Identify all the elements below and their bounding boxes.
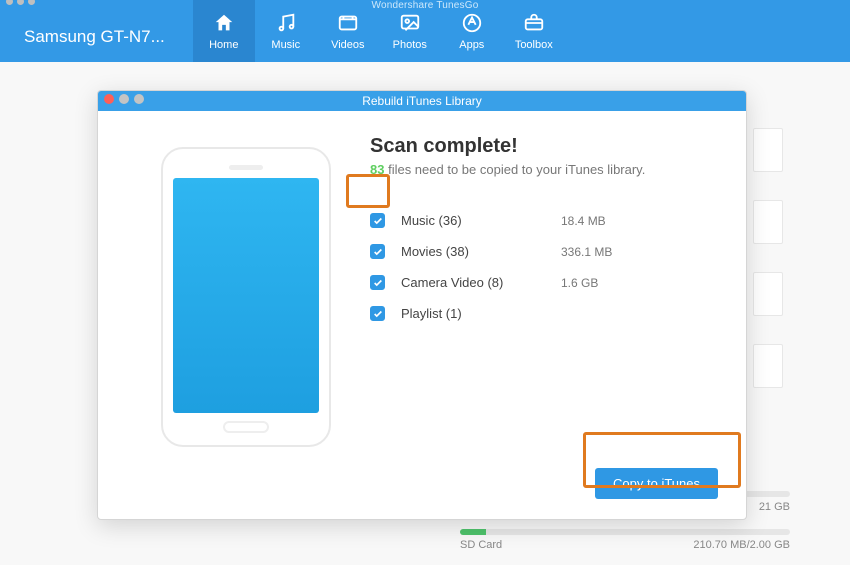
copy-to-itunes-button[interactable]: Copy to iTunes — [595, 468, 718, 499]
toolbox-icon — [523, 11, 545, 35]
top-navbar: Wondershare TunesGo Samsung GT-N7... Hom… — [0, 0, 850, 62]
tab-label: Home — [209, 39, 238, 51]
scan-list: Music (36) 18.4 MB Movies (38) 336.1 MB … — [370, 205, 718, 329]
checkbox-playlist[interactable] — [370, 306, 385, 321]
scan-heading: Scan complete! — [370, 135, 718, 158]
dialog-traffic-lights[interactable] — [104, 94, 144, 104]
tab-label: Photos — [393, 39, 427, 51]
bg-panel — [753, 200, 783, 244]
item-label: Movies (38) — [401, 244, 561, 259]
tab-videos[interactable]: Videos — [317, 0, 379, 62]
item-size: 18.4 MB — [561, 214, 606, 228]
photo-icon — [399, 11, 421, 35]
dialog-rebuild-itunes: Rebuild iTunes Library Scan complete! 83… — [97, 90, 747, 520]
tab-label: Apps — [459, 39, 484, 51]
checkbox-camera-video[interactable] — [370, 275, 385, 290]
bg-panel — [753, 272, 783, 316]
tab-toolbox[interactable]: Toolbox — [503, 0, 565, 62]
storage-value: 210.70 MB/2.00 GB — [693, 539, 790, 551]
device-name[interactable]: Samsung GT-N7... — [24, 27, 165, 47]
checkbox-music[interactable] — [370, 213, 385, 228]
video-icon — [337, 11, 359, 35]
bg-panel — [753, 344, 783, 388]
tab-label: Music — [271, 39, 300, 51]
storage-sd: SD Card 210.70 MB/2.00 GB — [460, 529, 790, 551]
phone-preview — [126, 135, 366, 511]
zoom-icon — [134, 94, 144, 104]
phone-mock — [161, 147, 331, 447]
storage-label: SD Card — [460, 539, 502, 551]
item-size: 336.1 MB — [561, 245, 612, 259]
item-label: Music (36) — [401, 213, 561, 228]
dialog-titlebar: Rebuild iTunes Library — [98, 91, 746, 111]
list-item: Movies (38) 336.1 MB — [370, 236, 718, 267]
bg-panel — [753, 128, 783, 172]
dialog-title-text: Rebuild iTunes Library — [362, 94, 482, 108]
list-item: Camera Video (8) 1.6 GB — [370, 267, 718, 298]
item-label: Camera Video (8) — [401, 275, 561, 290]
music-icon — [275, 11, 297, 35]
checkbox-movies[interactable] — [370, 244, 385, 259]
list-item: Music (36) 18.4 MB — [370, 205, 718, 236]
scan-subtext: 83 files need to be copied to your iTune… — [370, 162, 718, 177]
app-title: Wondershare TunesGo — [371, 0, 478, 11]
item-label: Playlist (1) — [401, 306, 561, 321]
minimize-icon — [119, 94, 129, 104]
apps-icon — [461, 11, 483, 35]
list-item: Playlist (1) — [370, 298, 718, 329]
tab-home[interactable]: Home — [193, 0, 255, 62]
tab-music[interactable]: Music — [255, 0, 317, 62]
mac-traffic-lights — [6, 0, 35, 5]
scan-sub-suffix: files need to be copied to your iTunes l… — [384, 162, 645, 177]
tab-label: Videos — [331, 39, 364, 51]
tab-label: Toolbox — [515, 39, 553, 51]
storage-value: 21 GB — [759, 501, 790, 513]
item-size: 1.6 GB — [561, 276, 598, 290]
storage-bar-sd — [460, 529, 790, 535]
scan-count: 83 — [370, 162, 384, 177]
close-icon[interactable] — [104, 94, 114, 104]
home-icon — [213, 11, 235, 35]
